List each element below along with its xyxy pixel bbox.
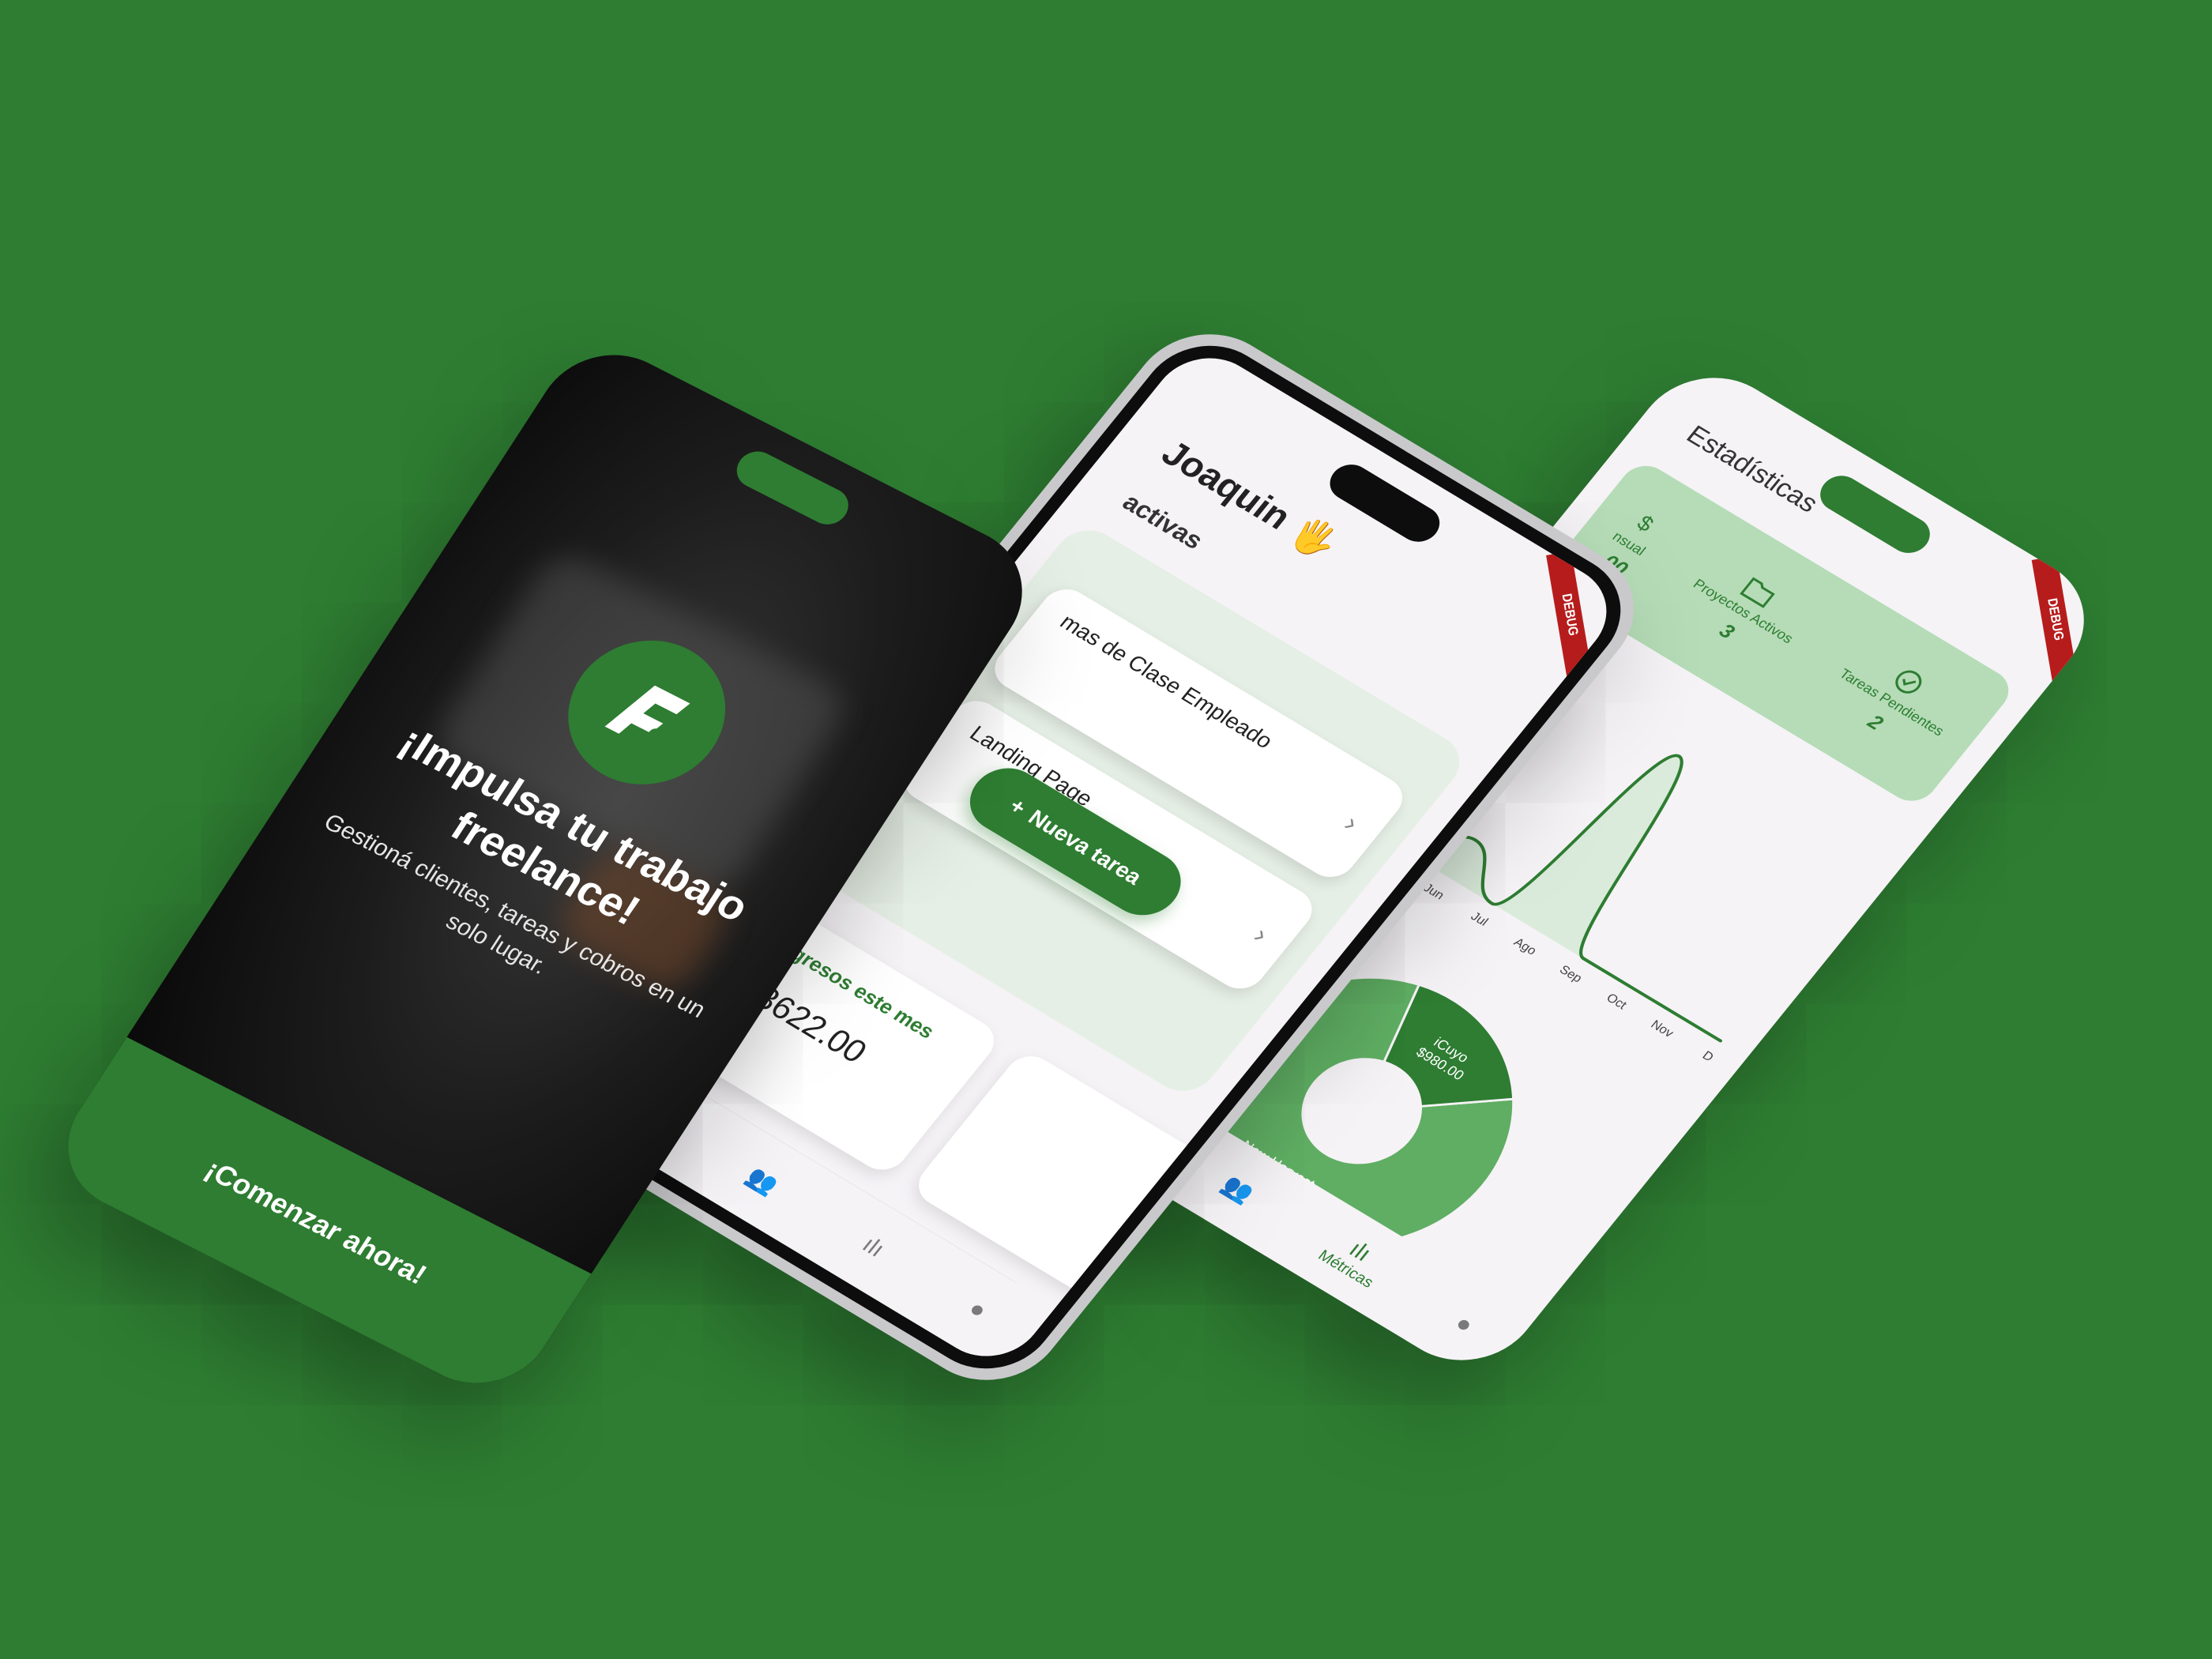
stat-label: Tareas Pendientes [1836, 665, 1947, 739]
section-title: activas [1117, 487, 1209, 555]
metrics-icon: ılı [857, 1232, 890, 1262]
nav-clients[interactable]: 👥 [1217, 1170, 1259, 1207]
dynamic-island [1811, 468, 1939, 560]
task-name: mas de Clase Empleado [1055, 609, 1278, 754]
nav-metrics[interactable]: ılı [856, 1232, 890, 1263]
x-tick-label: Sep [1557, 963, 1586, 986]
debug-banner: DEBUG [1546, 551, 1593, 679]
nav-clients[interactable]: 👥 [741, 1162, 784, 1199]
wave-icon: 🖐 [1281, 510, 1347, 566]
x-tick-label: D [1699, 1048, 1716, 1064]
stat-pending-tasks: Tareas Pendientes 2 [1817, 641, 1967, 762]
nav-profile[interactable]: ● [1450, 1311, 1479, 1339]
stat-value: 3 [1714, 619, 1740, 644]
stat-value: 2 [1863, 709, 1889, 735]
stat-active-projects: Proyectos Activos 3 [1671, 554, 1815, 670]
stat-label: Proyectos Activos [1690, 576, 1796, 647]
money-icon: $ [1632, 510, 1659, 536]
dynamic-island [729, 445, 856, 531]
person-icon: ● [1450, 1310, 1479, 1338]
plus-icon: + [1004, 793, 1032, 820]
x-tick-label: Oct [1604, 991, 1630, 1012]
chevron-right-icon: › [1337, 809, 1365, 837]
x-tick-label: Ago [1511, 935, 1540, 958]
debug-banner: DEBUG [2031, 555, 2078, 684]
mockup-scene: DEBUG Estadísticas $ nsual .00 Proyectos… [0, 0, 2212, 1659]
x-tick-label: Jul [1468, 909, 1491, 929]
person-icon: ● [963, 1296, 992, 1324]
nav-metrics[interactable]: ılı Métricas [1315, 1225, 1394, 1292]
logo-f-icon [604, 685, 690, 743]
start-now-button[interactable]: ¡Comenzar ahora! [40, 1036, 592, 1408]
x-tick-label: Nov [1648, 1018, 1676, 1040]
users-icon: 👥 [1217, 1171, 1259, 1207]
nav-profile[interactable]: ● [963, 1296, 992, 1324]
users-icon: 👥 [741, 1163, 784, 1199]
chevron-right-icon: › [1247, 920, 1275, 950]
